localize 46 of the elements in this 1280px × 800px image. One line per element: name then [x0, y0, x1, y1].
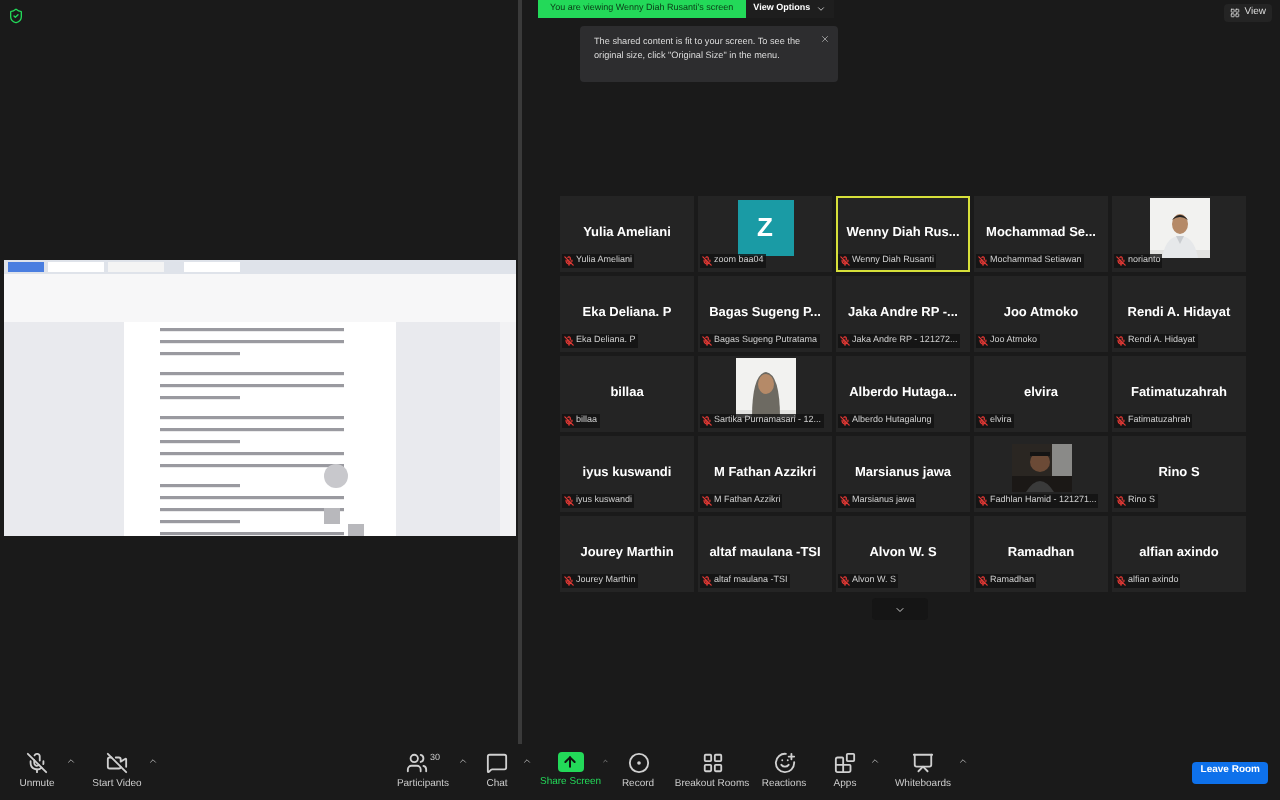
muted-mic-icon: [840, 576, 850, 587]
muted-mic-icon: [702, 256, 712, 267]
whiteboard-icon: [912, 751, 934, 774]
grid-icon: [1230, 8, 1241, 18]
muted-mic-icon: [1116, 416, 1126, 427]
muted-mic-icon: [564, 336, 574, 347]
muted-mic-icon: [840, 416, 850, 427]
caret-icon[interactable]: [458, 755, 468, 766]
muted-mic-icon: [702, 336, 712, 347]
muted-mic-icon: [702, 416, 712, 427]
muted-mic-icon: [1116, 256, 1126, 267]
record-icon: [627, 751, 649, 774]
muted-mic-icon: [1116, 336, 1126, 347]
muted-mic-icon: [840, 336, 850, 347]
apps-icon: [834, 751, 856, 774]
caret-icon[interactable]: [958, 755, 968, 766]
muted-mic-icon: [564, 496, 574, 507]
caret-icon[interactable]: [148, 755, 158, 766]
muted-mic-icon: [978, 256, 988, 267]
grid-icon: [701, 751, 723, 774]
caret-icon: [816, 4, 827, 14]
muted-mic-icon: [702, 576, 712, 587]
share-screen-icon: [557, 752, 584, 773]
caret-icon[interactable]: [522, 755, 532, 766]
muted-mic-icon: [840, 496, 850, 507]
muted-mic-icon: [26, 751, 48, 774]
chat-icon: [486, 751, 508, 774]
video-off-icon: [106, 751, 128, 774]
muted-mic-icon: [978, 576, 988, 587]
muted-mic-icon: [564, 256, 574, 267]
muted-mic-icon: [702, 496, 712, 507]
muted-mic-icon: [1116, 576, 1126, 587]
muted-mic-icon: [978, 496, 988, 507]
caret-icon[interactable]: [66, 755, 76, 766]
muted-mic-icon: [564, 416, 574, 427]
muted-mic-icon: [1116, 496, 1126, 507]
smile-icon: [773, 751, 795, 774]
muted-mic-icon: [978, 336, 988, 347]
muted-mic-icon: [564, 576, 574, 587]
shield-icon[interactable]: [8, 8, 24, 24]
caret-icon[interactable]: [870, 755, 880, 766]
muted-mic-icon: [840, 256, 850, 267]
avatar-letter: Z: [757, 210, 773, 247]
participants-icon: [405, 751, 428, 774]
muted-mic-icon: [978, 416, 988, 427]
chevron-down-icon: [894, 603, 906, 615]
